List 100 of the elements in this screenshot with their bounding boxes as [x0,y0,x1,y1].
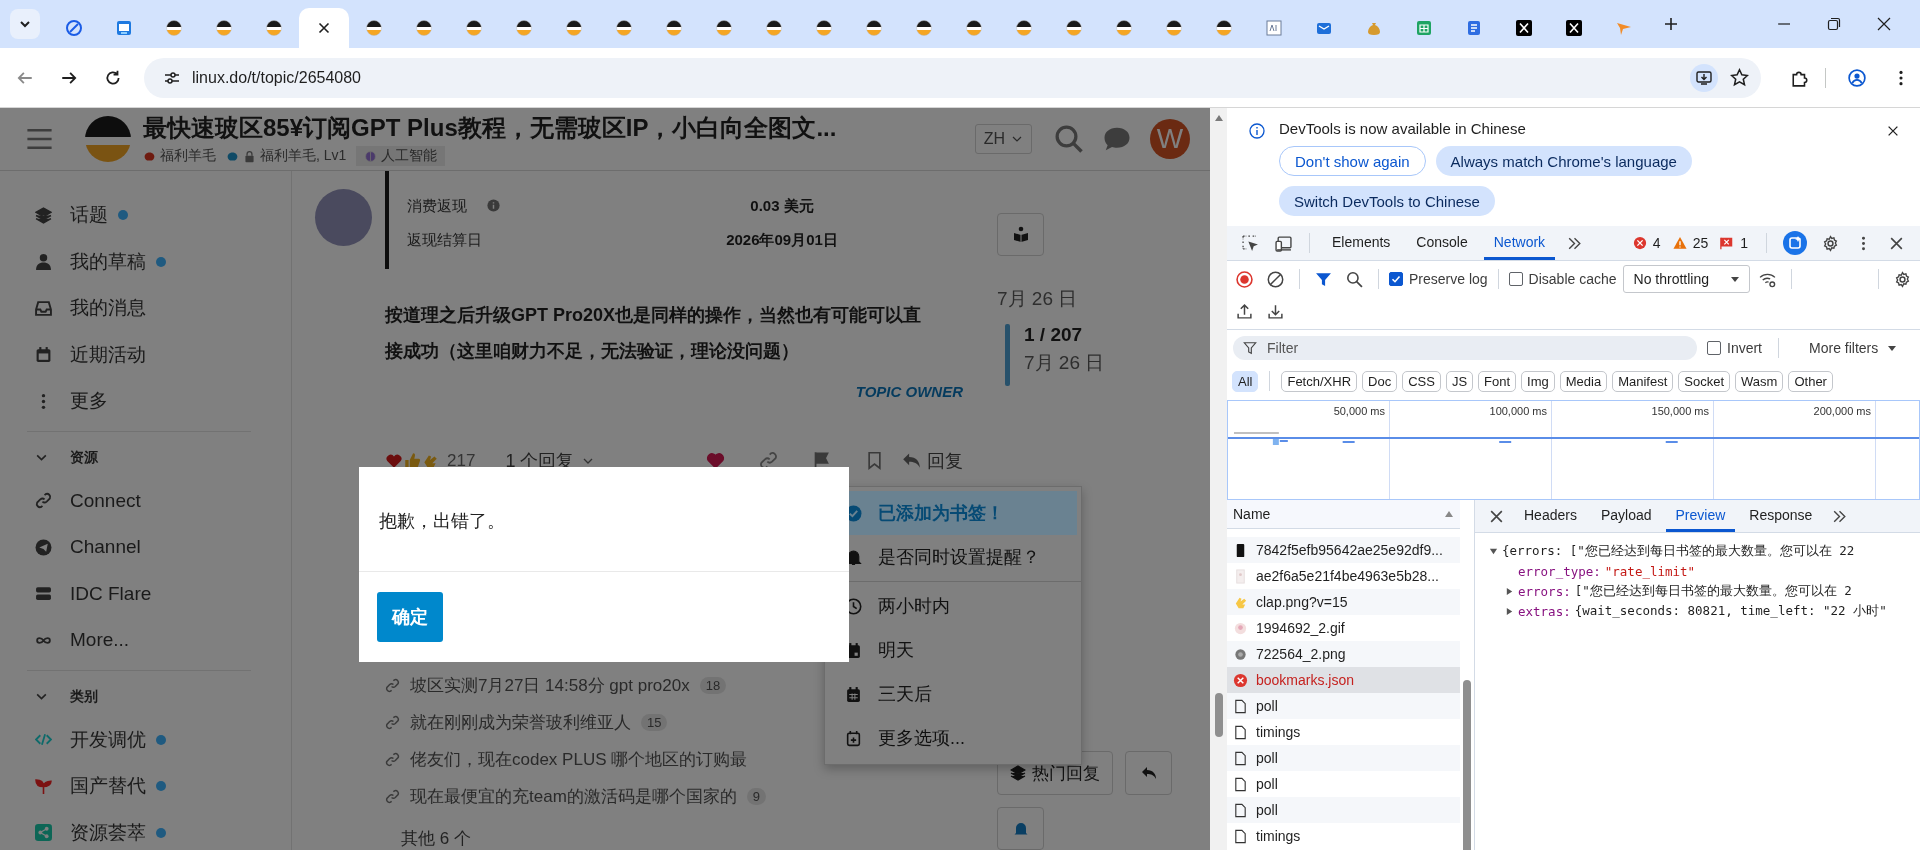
devtools-tab[interactable]: Console [1406,226,1478,260]
request-row[interactable]: clap.png?v=15 [1227,589,1460,615]
category-link[interactable]: 福利羊毛 [160,147,216,165]
filter-icon[interactable] [1315,270,1332,288]
close-icon[interactable] [316,20,332,36]
type-filter-chip[interactable]: Wasm [1735,370,1784,392]
hot-replies-button[interactable]: 热门回复 [997,751,1113,796]
address-bar[interactable]: linux.do/t/topic/2654080 [144,57,1761,98]
type-filter-chip[interactable]: Media [1559,370,1608,392]
infobar-button[interactable]: Always match Chrome's language [1435,146,1692,176]
summary-button[interactable] [997,213,1044,256]
detail-tab[interactable]: Response [1739,500,1823,532]
topic-link[interactable]: 坡区实测7月27日 14:58分 gpt pro20x [410,674,690,697]
request-row[interactable]: timings [1227,823,1460,849]
sidebar-link[interactable]: More... [70,629,130,652]
request-row[interactable]: 1994692_2.gif [1227,615,1460,641]
device-toolbar-icon[interactable] [1275,234,1292,252]
devtools-tab[interactable]: Network [1483,226,1556,260]
close-icon[interactable] [1876,16,1892,32]
download-icon[interactable] [1267,302,1284,320]
notification-button[interactable] [997,807,1044,850]
tune-icon[interactable] [164,69,180,86]
type-filter-chip[interactable]: CSS [1402,370,1441,392]
type-filter-chip[interactable]: Img [1521,370,1555,392]
request-row[interactable]: ae2f6a5e21f4be4963e5b28... [1227,563,1460,589]
topic-title[interactable]: 最快速玻区85¥订阅GPT Plus教程，无需玻区IP，小白向全图文... [143,112,837,144]
sidebar-link[interactable]: 我的草稿 [70,248,146,275]
type-filter-chip[interactable]: Doc [1362,370,1398,392]
upload-icon[interactable] [1236,302,1253,320]
reply-button[interactable]: 回复 [884,448,963,473]
reload-icon[interactable] [104,68,122,87]
preserve-log-checkbox[interactable] [1389,272,1403,286]
type-filter-chip[interactable]: JS [1445,370,1474,392]
menu-item[interactable]: 三天后 [825,672,1081,716]
sidebar-link[interactable]: 我的消息 [70,295,146,322]
sidebar-link[interactable]: IDC Flare [70,582,152,605]
more-links-toggle[interactable]: 其他 6 个 [401,827,963,850]
scroll-up-icon[interactable] [1213,114,1224,122]
type-filter-chip[interactable]: Font [1478,370,1517,392]
type-filter-chip[interactable]: Manifest [1612,370,1674,392]
clear-icon[interactable] [1267,270,1284,288]
info-icon[interactable] [487,198,500,212]
warning-count[interactable]: 25 [1692,235,1709,251]
reply-button[interactable] [1125,751,1172,796]
page-scrollbar[interactable] [1210,108,1227,850]
scroll-up-icon[interactable] [1444,510,1454,518]
topic-link[interactable]: 就在刚刚成为荣誉玻利维亚人 [410,711,631,734]
expanded-triangle-icon[interactable] [1489,546,1498,556]
topic-link[interactable]: 现在最便宜的充team的激活码是哪个国家的 [410,785,737,808]
timeline-start-date[interactable]: 7月 26 日 [997,285,1078,312]
sidebar-link[interactable]: 话题 [70,202,108,229]
disable-cache-checkbox[interactable] [1508,272,1523,286]
close-icon[interactable] [1886,124,1900,138]
topic-link[interactable]: 佬友们，现在codex PLUS 哪个地区的订购最 [410,748,748,771]
sidebar-link[interactable]: 开发调优 [70,726,146,753]
restore-icon[interactable] [1826,16,1842,32]
profile-icon[interactable] [1848,68,1866,87]
invert-checkbox[interactable] [1707,341,1721,355]
inspect-element-icon[interactable] [1242,234,1259,252]
filter-field[interactable]: Filter [1233,336,1697,360]
section-heading[interactable]: 类别 [70,687,98,706]
sparkle-chat-icon[interactable] [1783,231,1807,255]
detail-tab[interactable]: Preview [1665,500,1736,532]
star-icon[interactable] [1730,68,1749,87]
more-filters-dropdown[interactable]: More filters [1809,340,1899,356]
request-row[interactable]: poll [1227,745,1460,771]
subcategory-link[interactable]: 福利羊毛, Lv1 [260,147,347,165]
scrollbar-thumb[interactable] [1214,693,1223,737]
request-row[interactable]: 722564_2.png [1227,641,1460,667]
request-row[interactable]: poll [1227,771,1460,797]
type-filter-chip[interactable]: Other [1788,370,1833,392]
devtools-tab[interactable]: Elements [1322,226,1401,260]
stop-recording-icon[interactable] [1236,270,1253,288]
sidebar-link[interactable]: 更多 [70,388,108,415]
type-filter-chip[interactable]: All [1232,370,1259,392]
install-app-button[interactable] [1690,63,1718,92]
column-header[interactable]: Name [1227,500,1460,529]
issue-count[interactable]: 1 [1740,235,1748,251]
section-heading[interactable]: 资源 [70,448,98,467]
ok-button[interactable]: 确定 [377,592,443,642]
search-icon[interactable] [1346,270,1363,288]
collapsed-triangle-icon[interactable] [1505,606,1514,616]
sidebar-link[interactable]: 近期活动 [70,341,146,368]
request-row[interactable]: poll [1227,797,1460,823]
detail-tab[interactable]: Payload [1590,500,1662,532]
sidebar-link[interactable]: Connect [70,489,141,512]
collapsed-triangle-icon[interactable] [1505,586,1514,596]
tab-search-button[interactable] [10,9,40,39]
type-filter-chip[interactable]: Socket [1678,370,1731,392]
type-filter-chip[interactable]: Fetch/XHR [1281,370,1358,392]
scrollbar-thumb[interactable] [1463,680,1471,850]
sidebar-link[interactable]: 国产替代 [70,773,146,800]
throttling-select[interactable]: No throttling [1622,265,1750,293]
plus-icon[interactable] [1663,16,1679,32]
detail-tab[interactable]: Headers [1514,500,1587,532]
error-count[interactable]: 4 [1652,235,1661,251]
bookmark-icon[interactable] [865,451,884,471]
request-row[interactable]: poll [1227,693,1460,719]
sidebar-link[interactable]: 资源荟萃 [70,819,146,846]
striped-circle-logo[interactable] [85,116,131,162]
